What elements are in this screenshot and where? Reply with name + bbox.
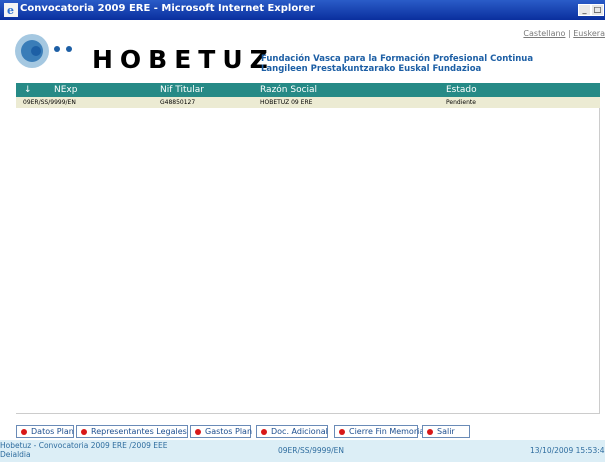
cierre-fin-memoria-label: Cierre Fin Memoria bbox=[349, 427, 425, 436]
column-header-nif[interactable]: Nif Titular bbox=[160, 85, 204, 95]
grid-header: ↓ NExp Nif Titular Razón Social Estado bbox=[16, 83, 600, 97]
salir-label: Salir bbox=[437, 427, 455, 436]
salir-button[interactable]: Salir bbox=[422, 425, 470, 438]
svg-text:e: e bbox=[7, 4, 14, 17]
bullet-icon bbox=[427, 429, 433, 435]
bullet-icon bbox=[339, 429, 345, 435]
foundation-text: Fundación Vasca para la Formación Profes… bbox=[261, 54, 533, 74]
cell-estado: Pendiente bbox=[446, 99, 476, 106]
brand-name: HOBETUZ bbox=[92, 45, 275, 74]
column-header-razon[interactable]: Razón Social bbox=[260, 85, 317, 95]
sort-arrow-icon[interactable]: ↓ bbox=[24, 85, 32, 95]
status-left: Hobetuz - Convocatoria 2009 ERE /2009 EE… bbox=[0, 441, 167, 459]
minimize-button[interactable]: _ bbox=[578, 4, 591, 16]
representantes-legales-button[interactable]: Representantes Legales bbox=[76, 425, 188, 438]
cell-nexp: 09ER/SS/9999/EN bbox=[23, 99, 76, 106]
datos-plan-button[interactable]: Datos Plan bbox=[16, 425, 74, 438]
grid-empty-area bbox=[16, 108, 600, 414]
bullet-icon bbox=[81, 429, 87, 435]
representantes-legales-label: Representantes Legales bbox=[91, 427, 187, 436]
maximize-button[interactable]: □ bbox=[591, 4, 604, 16]
table-row[interactable]: 09ER/SS/9999/EN G48850127 HOBETUZ 09 ERE… bbox=[16, 97, 600, 108]
cell-razon: HOBETUZ 09 ERE bbox=[260, 99, 313, 106]
cierre-fin-memoria-button[interactable]: Cierre Fin Memoria bbox=[334, 425, 424, 438]
column-header-estado[interactable]: Estado bbox=[446, 85, 477, 95]
bullet-icon bbox=[21, 429, 27, 435]
foundation-es: Fundación Vasca para la Formación Profes… bbox=[261, 54, 534, 64]
castellano-link[interactable]: Castellano bbox=[523, 29, 565, 38]
bullet-icon bbox=[261, 429, 267, 435]
window-titlebar: e Convocatoria 2009 ERE - Microsoft Inte… bbox=[0, 0, 605, 20]
gastos-plan-label: Gastos Plan bbox=[205, 427, 253, 436]
status-bar: Hobetuz - Convocatoria 2009 ERE /2009 EE… bbox=[0, 440, 605, 462]
status-expediente: 09ER/SS/9999/EN bbox=[278, 446, 345, 455]
doc-adicional-label: Doc. Adicional bbox=[271, 427, 328, 436]
doc-adicional-button[interactable]: Doc. Adicional bbox=[256, 425, 328, 438]
column-header-nexp[interactable]: NExp bbox=[54, 85, 77, 95]
status-datetime: 13/10/2009 15:53:4 bbox=[530, 446, 605, 455]
status-deialdia: Deialdia bbox=[0, 450, 31, 459]
bullet-icon bbox=[195, 429, 201, 435]
window-title: Convocatoria 2009 ERE - Microsoft Intern… bbox=[20, 3, 315, 14]
internet-explorer-icon: e bbox=[4, 3, 18, 17]
datos-plan-label: Datos Plan bbox=[31, 427, 74, 436]
gastos-plan-button[interactable]: Gastos Plan bbox=[190, 425, 253, 438]
language-separator: | bbox=[567, 29, 571, 38]
foundation-eu: Langileen Prestakuntzarako Euskal Fundaz… bbox=[261, 64, 482, 74]
euskera-link[interactable]: Euskera bbox=[573, 29, 605, 38]
language-switcher: Castellano | Euskera bbox=[523, 29, 605, 38]
status-convocatoria: Hobetuz - Convocatoria 2009 ERE /2009 EE… bbox=[0, 441, 168, 450]
cell-nif: G48850127 bbox=[160, 99, 196, 106]
hobetuz-logo-icon bbox=[15, 34, 72, 68]
